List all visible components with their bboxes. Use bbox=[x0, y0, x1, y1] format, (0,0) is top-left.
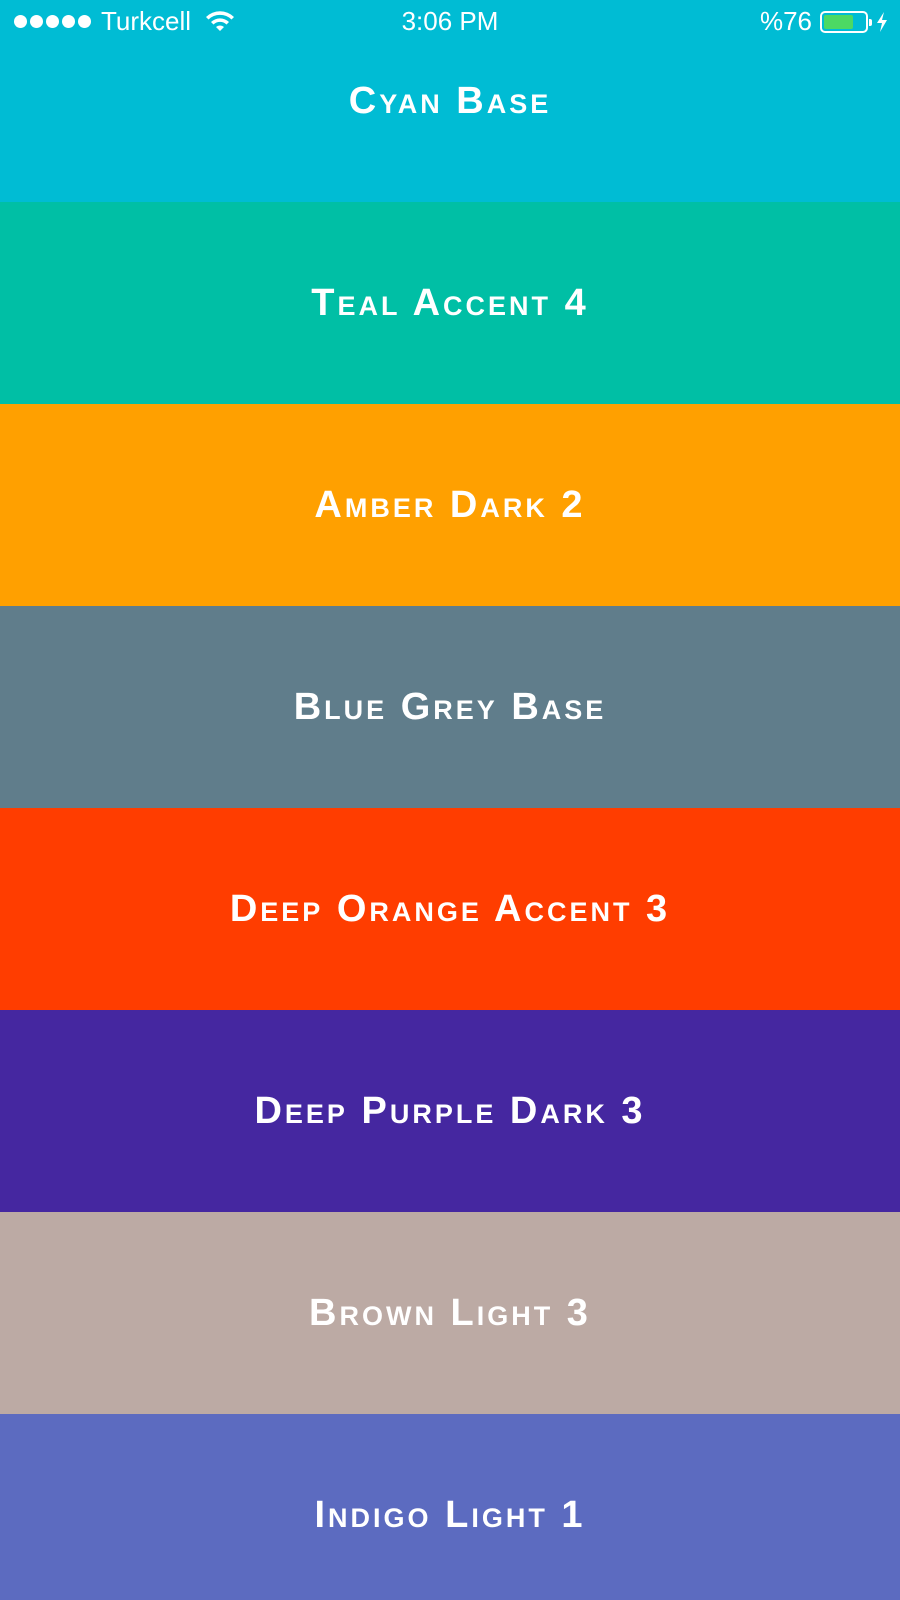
status-bar: Turkcell 3:06 PM %76 bbox=[0, 0, 900, 44]
color-name-label: Cyan Base bbox=[348, 80, 552, 122]
color-row[interactable]: Indigo Light 1 bbox=[0, 1414, 900, 1600]
color-row[interactable]: Deep Orange Accent 3 bbox=[0, 808, 900, 1010]
color-name-label: Deep Purple Dark 3 bbox=[254, 1089, 646, 1132]
color-row[interactable]: Brown Light 3 bbox=[0, 1212, 900, 1414]
app-root: Turkcell 3:06 PM %76 Cyan Base Teal Accen… bbox=[0, 0, 900, 1600]
battery-icon bbox=[820, 10, 872, 33]
color-name-label: Brown Light 3 bbox=[309, 1291, 591, 1334]
color-list: Cyan Base Teal Accent 4 Amber Dark 2 Blue G… bbox=[0, 0, 900, 1600]
color-row[interactable]: Deep Purple Dark 3 bbox=[0, 1010, 900, 1212]
color-row[interactable]: Teal Accent 4 bbox=[0, 202, 900, 404]
color-name-label: Deep Orange Accent 3 bbox=[229, 887, 671, 930]
color-name-label: Indigo Light 1 bbox=[314, 1493, 586, 1536]
color-name-label: Blue Grey Base bbox=[293, 685, 607, 728]
battery-percentage: %76 bbox=[759, 6, 812, 36]
color-row[interactable]: Blue Grey Base bbox=[0, 606, 900, 808]
charging-bolt-icon bbox=[877, 11, 887, 32]
color-name-label: Teal Accent 4 bbox=[311, 281, 589, 324]
color-row[interactable]: Amber Dark 2 bbox=[0, 404, 900, 606]
color-name-label: Amber Dark 2 bbox=[314, 483, 586, 526]
status-right: %76 bbox=[760, 6, 888, 37]
battery-cap bbox=[869, 18, 872, 26]
battery-fill bbox=[824, 14, 854, 29]
